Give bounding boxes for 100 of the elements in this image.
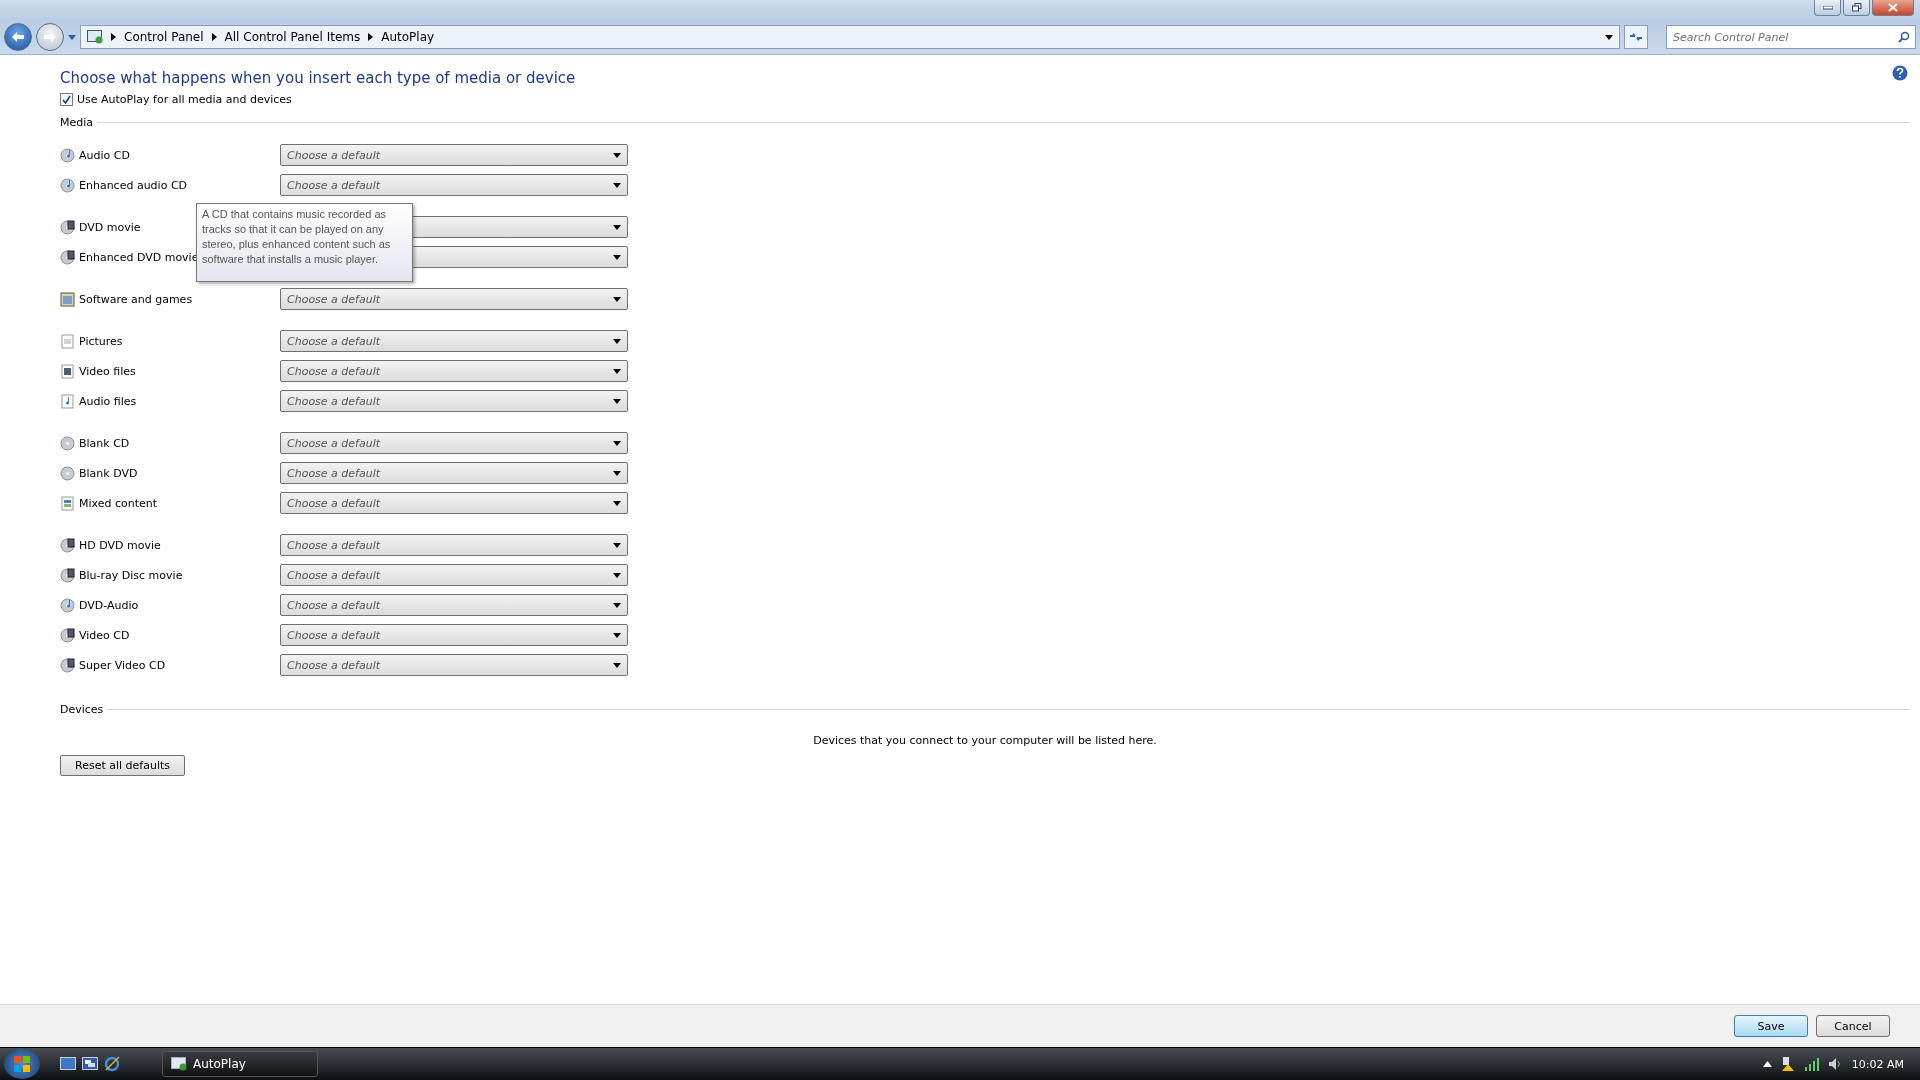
media-label: Blank CD bbox=[79, 436, 130, 450]
minimize-button[interactable] bbox=[1814, 0, 1841, 16]
media-label: DVD movie bbox=[79, 220, 141, 234]
caret-icon bbox=[613, 224, 621, 230]
caret-icon bbox=[613, 662, 621, 668]
default-dropdown[interactable]: Choose a default bbox=[280, 330, 628, 352]
caret-icon bbox=[68, 34, 76, 40]
caret-icon bbox=[613, 602, 621, 608]
default-dropdown[interactable]: Choose a default bbox=[280, 534, 628, 556]
caret-icon bbox=[613, 632, 621, 638]
film-disc-icon bbox=[60, 627, 75, 643]
show-hidden-icon[interactable] bbox=[1762, 1061, 1772, 1067]
default-dropdown[interactable]: Choose a default bbox=[280, 144, 628, 166]
forward-button[interactable] bbox=[36, 23, 64, 51]
windows-icon[interactable] bbox=[82, 1057, 98, 1071]
browser-icon[interactable] bbox=[104, 1056, 120, 1072]
film-disc-icon bbox=[60, 537, 75, 553]
caret-icon bbox=[613, 398, 621, 404]
caret-icon bbox=[613, 338, 621, 344]
files-icon bbox=[60, 495, 75, 511]
default-dropdown[interactable]: Choose a default bbox=[280, 654, 628, 676]
restore-icon bbox=[1851, 3, 1862, 12]
caret-icon bbox=[613, 296, 621, 302]
back-button[interactable] bbox=[4, 23, 32, 51]
media-label: Video CD bbox=[79, 628, 130, 642]
search-field[interactable]: Search Control Panel bbox=[1666, 25, 1916, 49]
start-button[interactable] bbox=[4, 1049, 40, 1079]
caret-icon bbox=[613, 368, 621, 374]
breadcrumb-item[interactable]: AutoPlay bbox=[381, 30, 435, 44]
autoplay-checkbox[interactable] bbox=[60, 93, 73, 106]
restore-button[interactable] bbox=[1843, 0, 1870, 16]
media-label: Pictures bbox=[79, 334, 123, 348]
media-label: Super Video CD bbox=[79, 658, 166, 672]
address-dropdown[interactable] bbox=[1605, 34, 1613, 40]
default-dropdown[interactable]: Choose a default bbox=[280, 432, 628, 454]
taskbar-item[interactable]: AutoPlay bbox=[162, 1051, 318, 1077]
signal-icon[interactable] bbox=[1803, 1057, 1820, 1071]
default-dropdown[interactable]: Choose a default bbox=[280, 492, 628, 514]
control-panel-icon bbox=[87, 30, 103, 44]
checkbox-label: Use AutoPlay for all media and devices bbox=[77, 93, 292, 106]
caret-icon bbox=[613, 254, 621, 260]
forward-arrow-icon bbox=[43, 31, 57, 43]
windows-logo-icon bbox=[13, 1055, 31, 1073]
control-panel-icon bbox=[171, 1057, 187, 1071]
media-label: Video files bbox=[79, 364, 136, 378]
minimize-icon bbox=[1822, 5, 1833, 10]
media-label: Audio CD bbox=[79, 148, 130, 162]
desktop-icon[interactable] bbox=[60, 1057, 76, 1071]
caret-icon bbox=[613, 440, 621, 446]
media-label: Enhanced audio CD bbox=[79, 178, 188, 192]
clock[interactable]: 10:02 AM bbox=[1851, 1057, 1904, 1071]
media-label: Blank DVD bbox=[79, 466, 138, 480]
caret-icon bbox=[613, 182, 621, 188]
default-dropdown[interactable]: Choose a default bbox=[280, 462, 628, 484]
caret-icon bbox=[613, 572, 621, 578]
media-label: Blu-ray Disc movie bbox=[79, 568, 183, 582]
default-dropdown[interactable]: Choose a default bbox=[280, 174, 628, 196]
music-document-icon bbox=[60, 393, 75, 409]
tooltip: A CD that contains music recorded as tracks so that it can be played on any stereo, plus enhanced content such as software that installs a music player. bbox=[196, 203, 413, 282]
default-dropdown[interactable]: Choose a default bbox=[280, 390, 628, 412]
footer-button[interactable]: Cancel bbox=[1816, 1015, 1890, 1037]
refresh-button[interactable] bbox=[1624, 25, 1648, 49]
film-document-icon bbox=[60, 363, 75, 379]
film-disc-icon bbox=[60, 249, 75, 265]
media-label: Audio files bbox=[79, 394, 137, 408]
default-dropdown[interactable]: Choose a default bbox=[280, 360, 628, 382]
media-label: HD DVD movie bbox=[79, 538, 161, 552]
refresh-icon bbox=[1629, 31, 1643, 43]
media-label: Software and games bbox=[79, 292, 193, 306]
help-icon[interactable] bbox=[1892, 65, 1908, 81]
window-icon bbox=[60, 291, 75, 307]
media-label: Mixed content bbox=[79, 496, 158, 510]
history-button[interactable] bbox=[68, 34, 76, 40]
reset-button[interactable]: Reset all defaults bbox=[60, 755, 185, 776]
close-button[interactable] bbox=[1872, 0, 1914, 16]
music-disc-icon bbox=[60, 177, 75, 193]
breadcrumb-item[interactable]: All Control Panel Items bbox=[224, 30, 361, 44]
music-disc-icon bbox=[60, 147, 75, 163]
default-dropdown[interactable]: Choose a default bbox=[280, 564, 628, 586]
default-dropdown[interactable]: Choose a default bbox=[280, 624, 628, 646]
breadcrumb-item[interactable]: Control Panel bbox=[124, 30, 204, 44]
network-warning-icon[interactable] bbox=[1779, 1056, 1796, 1072]
caret-icon bbox=[613, 542, 621, 548]
footer-button[interactable]: Save bbox=[1734, 1015, 1808, 1037]
disc-icon bbox=[60, 465, 75, 481]
default-dropdown[interactable]: Choose a default bbox=[280, 594, 628, 616]
close-icon bbox=[1887, 3, 1899, 12]
disc-icon bbox=[60, 435, 75, 451]
chevron-icon bbox=[368, 33, 374, 41]
chevron-icon bbox=[111, 33, 116, 41]
devices-message: Devices that you connect to your computer will be listed here. bbox=[812, 734, 1158, 747]
back-arrow-icon bbox=[11, 31, 25, 43]
caret-icon bbox=[613, 500, 621, 506]
film-disc-icon bbox=[60, 219, 75, 235]
caret-icon bbox=[613, 470, 621, 476]
address-bar[interactable]: Control Panel All Control Panel Items AutoPlay bbox=[80, 25, 1620, 49]
chevron-icon bbox=[211, 33, 217, 41]
film-disc-icon bbox=[60, 657, 75, 673]
film-disc-icon bbox=[60, 567, 75, 583]
default-dropdown[interactable]: Choose a default bbox=[280, 288, 628, 310]
